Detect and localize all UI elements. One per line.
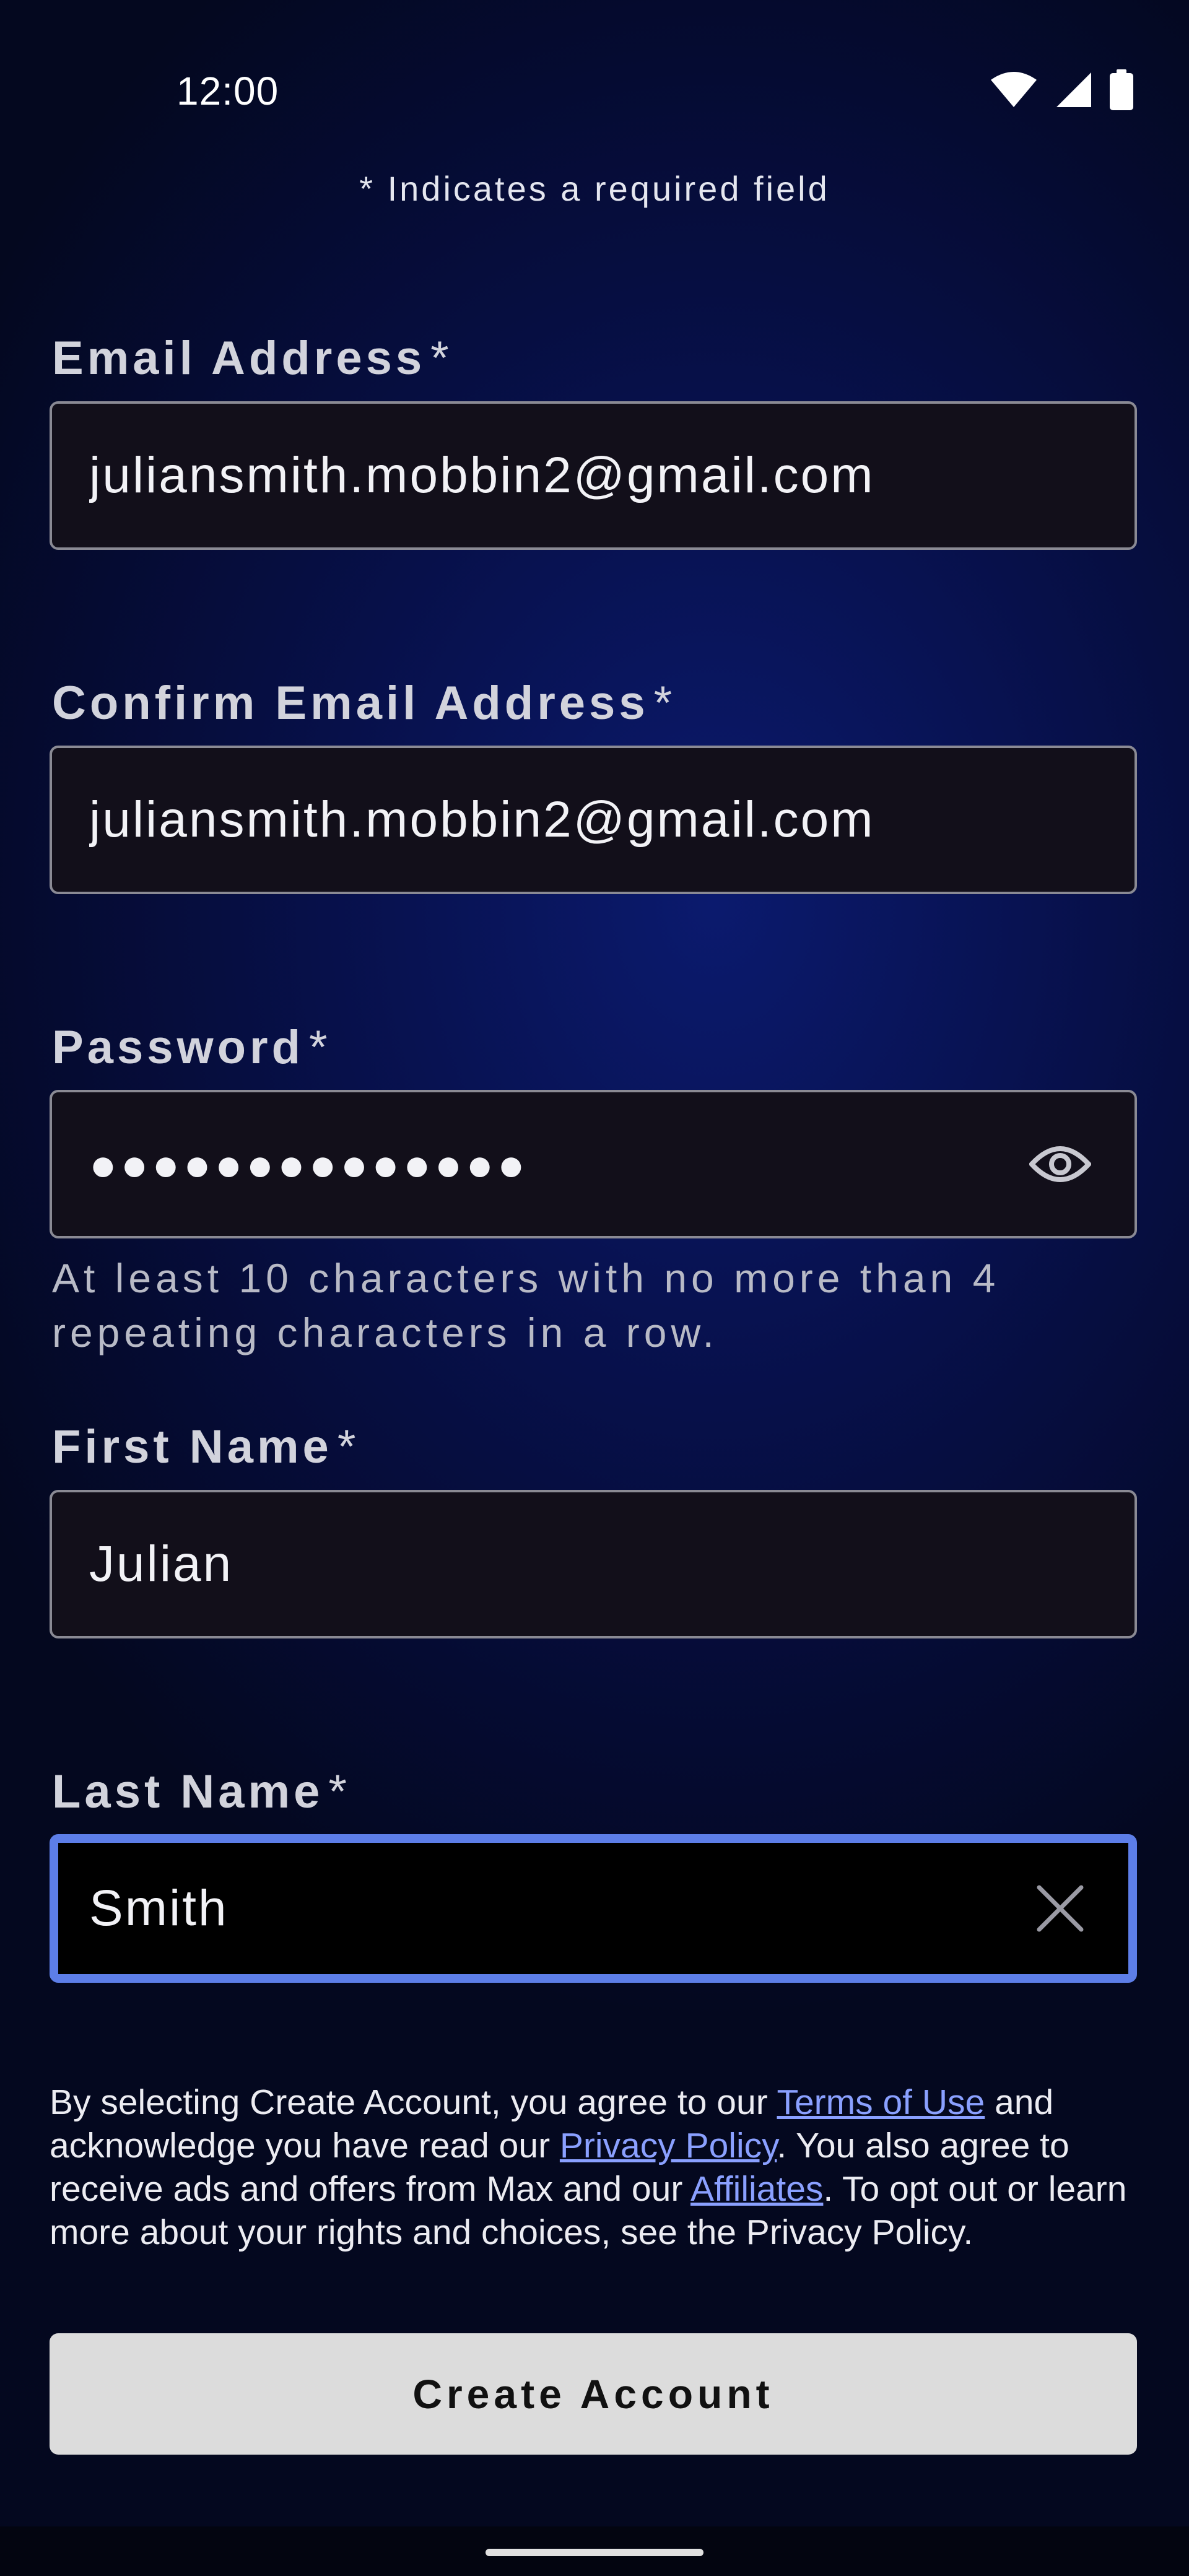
legal-disclaimer: By selecting Create Account, you agree t… (50, 2081, 1152, 2254)
last-name-label-text: Last Name (52, 1765, 324, 1818)
signal-icon (1056, 72, 1091, 107)
required-field-note: * Indicates a required field (359, 169, 830, 208)
affiliates-link[interactable]: Affiliates (690, 2169, 823, 2209)
home-gesture-handle[interactable] (486, 2549, 703, 2556)
first-name-value: Julian (89, 1536, 233, 1592)
wifi-icon (991, 72, 1037, 107)
battery-icon (1110, 69, 1133, 110)
last-name-field[interactable]: Smith (50, 1834, 1137, 1983)
show-password-button[interactable] (1023, 1127, 1097, 1201)
email-value: juliansmith.mobbin2@gmail.com (89, 447, 875, 503)
confirm-email-label-text: Confirm Email Address (52, 677, 649, 729)
privacy-policy-link[interactable]: Privacy Policy (560, 2126, 777, 2165)
eye-icon (1029, 1146, 1091, 1182)
confirm-email-label: Confirm Email Address * (52, 676, 676, 730)
password-label-text: Password (52, 1021, 305, 1074)
required-marker: * (309, 1021, 331, 1074)
required-marker: * (430, 332, 453, 385)
email-label: Email Address * (52, 331, 453, 385)
confirm-email-value: juliansmith.mobbin2@gmail.com (89, 791, 875, 848)
close-icon (1037, 1885, 1084, 1932)
clear-last-name-button[interactable] (1023, 1871, 1097, 1946)
email-field[interactable]: juliansmith.mobbin2@gmail.com (50, 401, 1137, 550)
confirm-email-field[interactable]: juliansmith.mobbin2@gmail.com (50, 746, 1137, 894)
last-name-label: Last Name * (52, 1765, 351, 1819)
password-helper-text: At least 10 characters with no more than… (52, 1255, 1000, 1355)
first-name-field[interactable]: Julian (50, 1490, 1137, 1638)
create-account-button[interactable]: Create Account (50, 2333, 1137, 2455)
password-value: ●●●●●●●●●●●●●● (89, 1138, 529, 1190)
status-icons (990, 69, 1133, 110)
status-time: 12:00 (176, 69, 279, 113)
legal-text-1: By selecting Create Account, you agree t… (50, 2082, 777, 2122)
password-field[interactable]: ●●●●●●●●●●●●●● (50, 1090, 1137, 1238)
first-name-label: First Name * (52, 1420, 359, 1474)
required-marker: * (337, 1421, 360, 1473)
required-marker: * (328, 1765, 351, 1818)
required-marker: * (653, 677, 676, 729)
password-label: Password * (52, 1020, 331, 1074)
email-label-text: Email Address (52, 332, 426, 385)
last-name-value: Smith (89, 1880, 229, 1936)
first-name-label-text: First Name (52, 1421, 333, 1473)
terms-of-use-link[interactable]: Terms of Use (777, 2082, 985, 2122)
